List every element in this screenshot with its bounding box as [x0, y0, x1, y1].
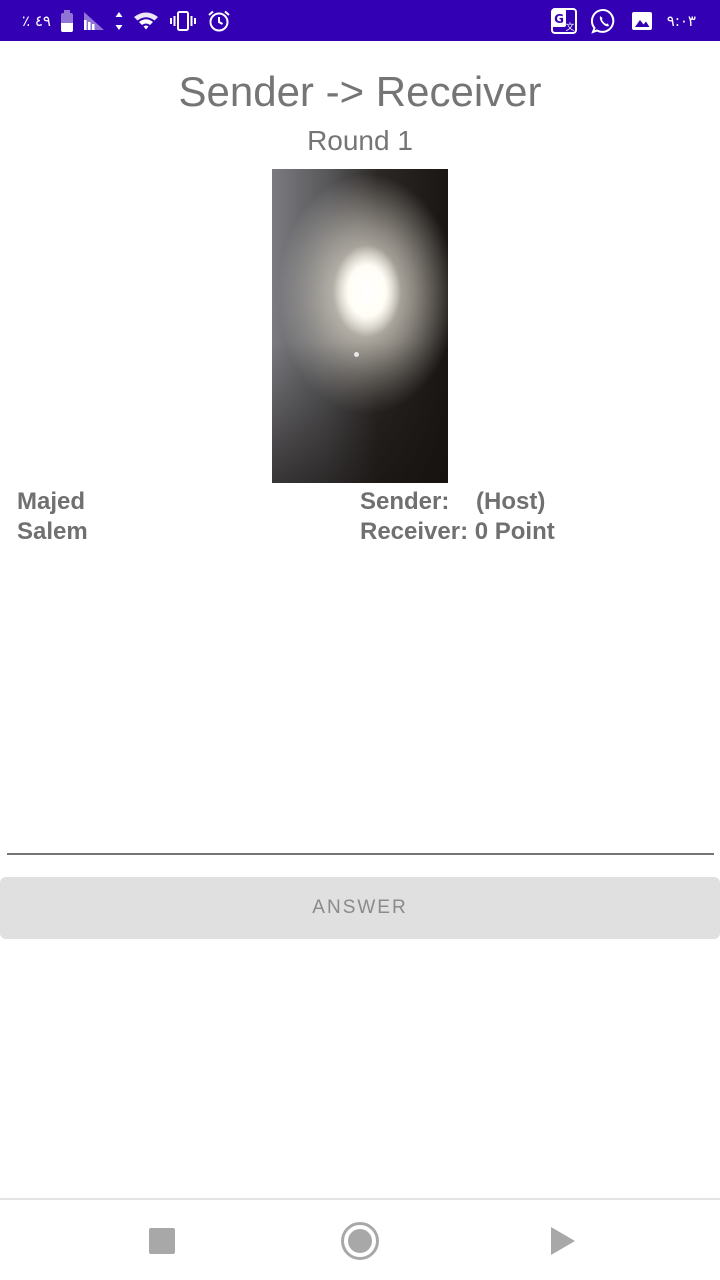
gallery-icon [631, 10, 653, 32]
status-bar-right: G 文 ٩:٠٣ [550, 0, 696, 41]
battery-icon [60, 9, 73, 32]
svg-text:G: G [554, 12, 564, 26]
navigation-bar [0, 1198, 720, 1280]
vibrate-icon [169, 10, 197, 31]
answer-input-underline[interactable] [7, 853, 714, 855]
player-names: Majed Salem [17, 487, 88, 547]
status-bar-left: ٪ ٤٩ [22, 0, 231, 41]
captured-photo [272, 169, 448, 483]
player-roles: Sender: (Host) Receiver: 0 Point [360, 487, 555, 547]
battery-percentage: ٪ ٤٩ [22, 11, 51, 30]
wifi-icon [133, 11, 159, 31]
recent-apps-icon[interactable] [139, 1218, 185, 1264]
round-label: Round 1 [307, 125, 413, 156]
sender-role-label: Sender: (Host) [360, 488, 546, 515]
alarm-icon [207, 10, 231, 32]
whatsapp-icon [590, 8, 617, 34]
home-icon[interactable] [337, 1218, 383, 1264]
page-title: Sender -> Receiver [178, 68, 542, 115]
data-arrows-icon [115, 11, 123, 31]
signal-icon [83, 11, 105, 31]
translate-icon: G 文 [550, 7, 577, 34]
receiver-score-label: Receiver: 0 Point [360, 518, 555, 545]
status-bar: ٪ ٤٩ G 文 ٩:٠٣ [0, 0, 720, 41]
back-icon[interactable] [539, 1218, 585, 1264]
answer-button[interactable]: ANSWER [0, 877, 720, 939]
player-name-receiver: Salem [17, 518, 88, 545]
clock: ٩:٠٣ [666, 11, 696, 30]
svg-text:文: 文 [565, 21, 574, 33]
player-name-sender: Majed [17, 488, 86, 515]
